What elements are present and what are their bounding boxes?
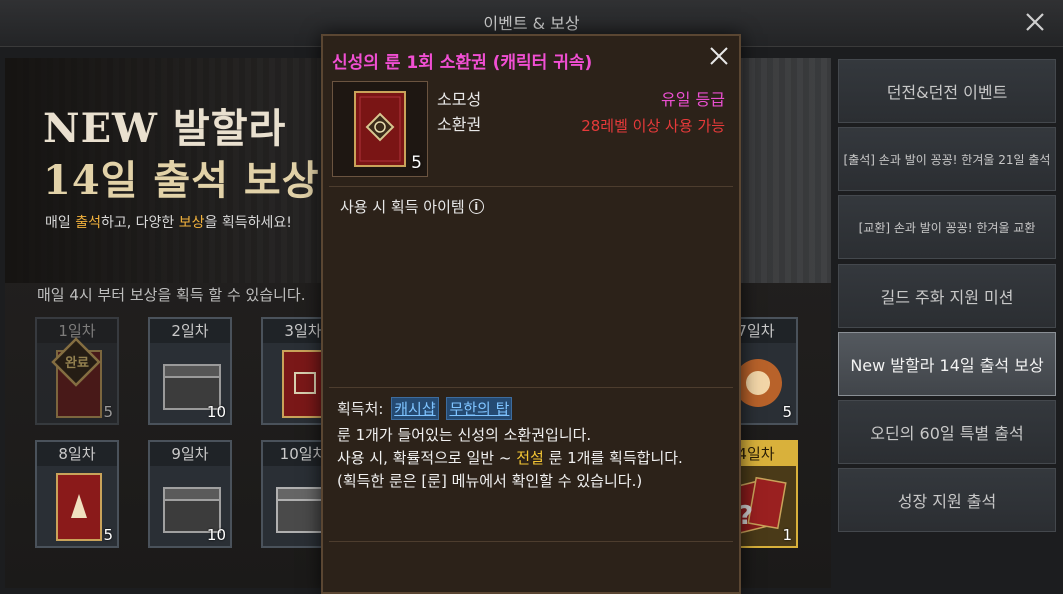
source-link-infinite-tower[interactable]: 무한의 탑 [446,397,513,420]
reward-notice: 매일 4시 부터 보상을 획득 할 수 있습니다. [37,286,306,304]
completed-label: 완료 [65,356,89,371]
divider [329,387,733,388]
source-label: 획득처: [337,400,384,418]
item-tooltip: 신성의 룬 1회 소환권 (캐릭터 귀속) 5 소모성 소환권 유일 등급 28… [321,34,741,594]
banner-title-line2: 14일 출석 보상 [43,157,320,204]
banner-title-line1: NEW 발할라 [43,105,287,152]
day-card-8[interactable]: 8일차 5 [35,440,119,548]
item-count: 10 [206,526,226,544]
item-count: 10 [206,403,226,421]
day-label: 2일차 [150,319,230,343]
item-count: 1 [782,526,792,544]
item-name: 신성의 룬 1회 소환권 (캐릭터 귀속) [332,53,593,73]
day-card-9[interactable]: 9일차 10 [148,440,232,548]
info-icon[interactable]: i [468,199,484,214]
use-get-items: 사용 시 획득 아이템 i [340,196,484,217]
divider [329,186,733,187]
divider [329,541,733,542]
description-line: (획득한 룬은 [룬] 메뉴에서 확인할 수 있습니다.) [337,472,643,490]
sidebar-item-guild-mission[interactable]: 길드 주화 지원 미션 [838,264,1056,328]
rune-ticket-icon: 5 [332,81,428,177]
day-label: 8일차 [37,442,117,466]
banner-subtitle: 매일 출석하고, 다양한 보상을 획득하세요! [45,215,292,231]
day-card-1[interactable]: 1일차 완료 5 [35,317,119,425]
day-label: 9일차 [150,442,230,466]
use-get-label: 사용 시 획득 아이템 [340,198,465,216]
window-title: 이벤트 & 보상 [483,14,580,33]
day-card-2[interactable]: 2일차 10 [148,317,232,425]
sidebar-item-winter-attendance[interactable]: [출석] 손과 발이 꽁꽁! 한겨울 21일 출석 [838,127,1056,191]
close-icon[interactable] [1021,8,1049,36]
description-line: 사용 시, 확률적으로 일반 ~ 전설 룬 1개를 획득합니다. [337,449,683,467]
sidebar-item-dungeon-event[interactable]: 던전&던전 이벤트 [838,59,1056,123]
sidebar-item-odin-60day[interactable]: 오딘의 60일 특별 출석 [838,400,1056,464]
description-line: 룬 1개가 들어있는 신성의 소환권입니다. [337,426,592,444]
item-count: 5 [411,153,422,173]
sidebar-item-valhalla-attendance[interactable]: New 발할라 14일 출석 보상 [838,332,1056,396]
item-count: 5 [103,526,113,544]
source-row: 획득처: 캐시샵 무한의 탑 [337,397,513,420]
item-count: 5 [103,403,113,421]
sidebar-item-growth-support[interactable]: 성장 지원 출석 [838,468,1056,532]
item-type: 소환권 [437,115,482,134]
item-count: 5 [782,403,792,421]
item-category: 소모성 [437,90,482,109]
source-link-cashshop[interactable]: 캐시샵 [391,397,439,420]
item-grade: 유일 등급 [661,90,725,109]
close-icon[interactable] [707,44,731,68]
level-requirement: 28레벨 이상 사용 가능 [581,117,725,135]
sidebar-item-winter-exchange[interactable]: [교환] 손과 발이 꽁꽁! 한겨울 교환 [838,195,1056,259]
